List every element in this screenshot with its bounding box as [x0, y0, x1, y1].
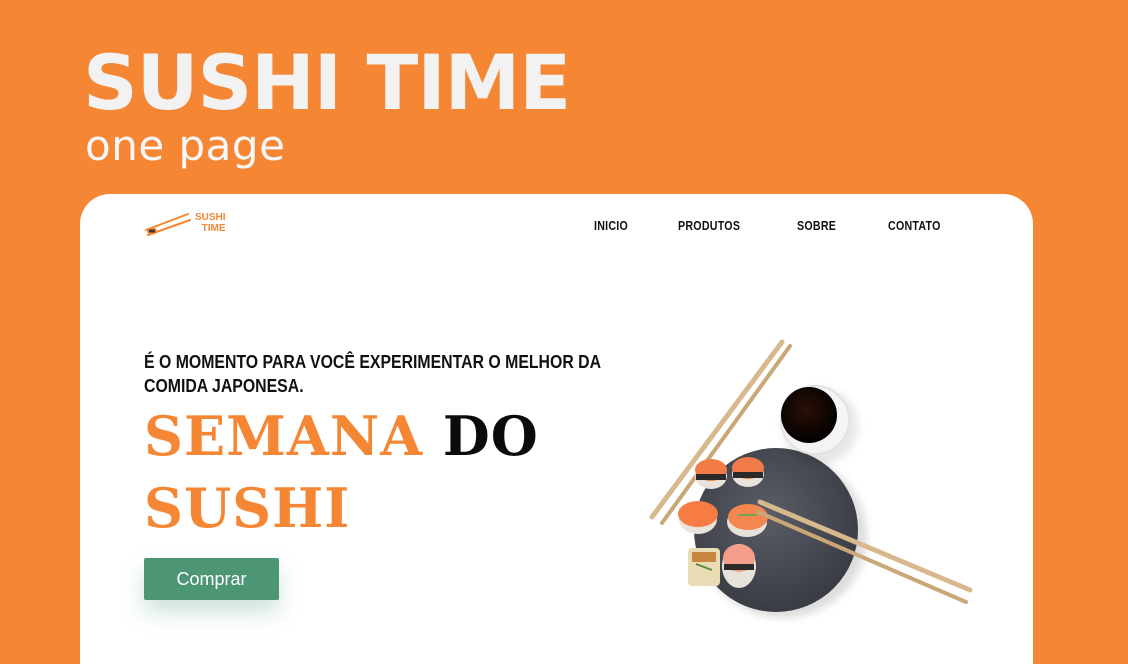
sushi-plate-image: [649, 339, 973, 618]
logo-line-2: TIME: [201, 223, 226, 234]
showcase-title: SUSHI TIME: [83, 38, 571, 127]
showcase-subtitle: one page: [85, 121, 286, 170]
hero-title-word-semana: SEMANA: [144, 404, 424, 468]
salmon-nigiri-bottom-right: [722, 544, 756, 588]
website-preview-card: SUSHI TIME INICIO PRODUTOS SOBRE CONTATO…: [80, 194, 1033, 664]
chopsticks-sushi-icon: [145, 213, 191, 236]
nav-item-inicio[interactable]: INICIO: [594, 218, 628, 233]
salmon-nigiri-mid-left: [678, 501, 718, 534]
main-nav: INICIO PRODUTOS SOBRE CONTATO: [594, 218, 952, 233]
nav-item-contato[interactable]: CONTATO: [888, 218, 941, 233]
buy-button[interactable]: Comprar: [144, 558, 279, 600]
logo-line-1: SUSHI: [195, 212, 226, 223]
nav-item-sobre[interactable]: SOBRE: [797, 218, 836, 233]
salmon-nigiri-top-left: [695, 459, 727, 489]
roll-bottom-left: [688, 548, 720, 586]
hero-title-word-sushi: SUSHI: [144, 476, 351, 540]
hero-lead-text: É O MOMENTO PARA VOCÊ EXPERIMENTAR O MEL…: [144, 352, 601, 396]
salmon-nigiri-top-right: [732, 457, 764, 487]
hero-title: SEMANA DO SUSHI: [144, 400, 604, 544]
hero-title-word-do: DO: [442, 404, 539, 468]
site-logo[interactable]: SUSHI TIME: [144, 208, 254, 240]
nav-item-produtos[interactable]: PRODUTOS: [678, 218, 740, 233]
logo-text: SUSHI TIME: [195, 212, 226, 234]
